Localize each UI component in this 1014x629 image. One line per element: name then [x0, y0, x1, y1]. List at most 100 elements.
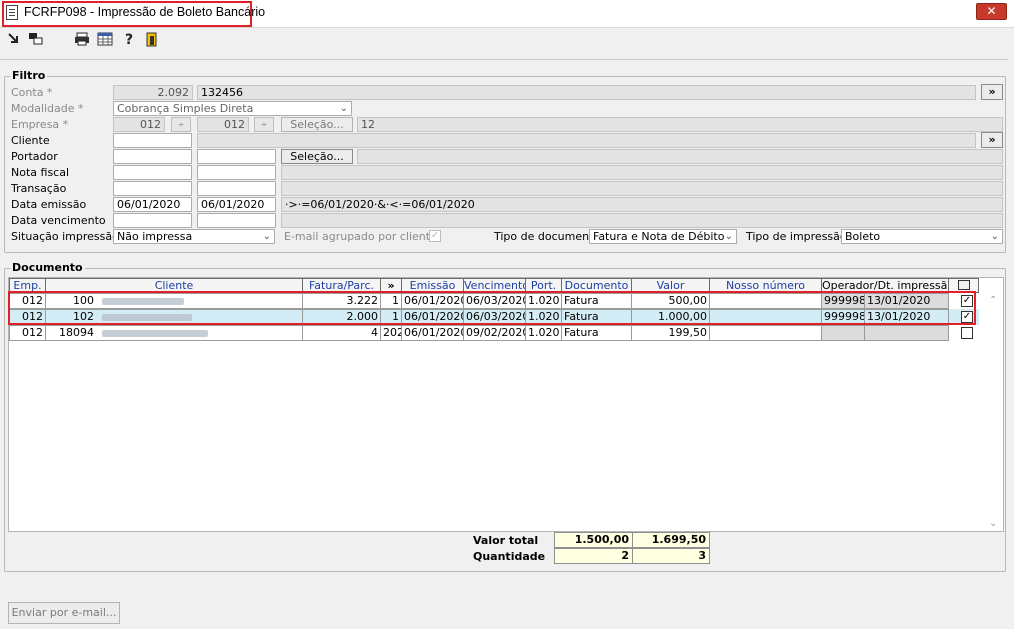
data-emissao-expr-field: ·>·=06/01/2020·&·<·=06/01/2020 [281, 197, 1003, 212]
cell-emp: 012 [9, 325, 46, 341]
data-vencimento-from-field[interactable] [113, 213, 192, 228]
chevron-down-icon: ⌄ [990, 231, 999, 242]
table-row[interactable]: 012 18094 4 202 06/01/2020 09/02/2020 1.… [9, 325, 979, 341]
tipo-documento-value: Fatura e Nota de Débito [593, 230, 725, 243]
cell-port: 1.020 [525, 293, 562, 309]
cliente-label: Cliente [11, 134, 50, 147]
tipo-impressao-select[interactable]: Boleto ⌄ [841, 229, 1003, 244]
cell-cliente-code: 18094 [59, 326, 94, 339]
exit-icon[interactable] [144, 32, 160, 48]
row-checkbox[interactable]: ✓ [961, 311, 973, 323]
cell-valor: 500,00 [631, 293, 710, 309]
document-legend: Documento [10, 261, 85, 274]
empresa-label: Empresa * [11, 118, 69, 131]
cell-fatura: 4 [302, 325, 381, 341]
conta-label: Conta * [11, 86, 53, 99]
title-bar: FCRFP098 - Impressão de Boleto Bancário … [0, 0, 1014, 28]
empresa-to-lookup-icon: ∻ [254, 117, 274, 132]
data-emissao-to-field[interactable]: 06/01/2020 [197, 197, 276, 212]
tipo-impressao-value: Boleto [845, 230, 881, 243]
cell-operador: 999998 [821, 293, 865, 309]
cell-vencimento: 06/03/2020 [463, 309, 526, 325]
scroll-down-icon[interactable]: ⌄ [989, 518, 997, 529]
header-port[interactable]: Port. [525, 278, 562, 293]
nota-fiscal-from-field[interactable] [113, 165, 192, 180]
table-row[interactable]: 012 102 2.000 1 06/01/2020 06/03/2020 1.… [9, 309, 979, 325]
quantidade-all: 3 [632, 548, 710, 564]
header-more[interactable]: » [380, 278, 402, 293]
data-vencimento-to-field[interactable] [197, 213, 276, 228]
cell-dt-impressao: 13/01/2020 [864, 293, 949, 309]
conta-value-field: 132456 [197, 85, 976, 100]
cell-documento: Fatura [561, 309, 632, 325]
printer-icon[interactable] [74, 32, 90, 48]
scroll-up-icon[interactable]: ⌃ [989, 295, 997, 306]
cell-port: 1.020 [525, 309, 562, 325]
help-icon[interactable]: ? [121, 32, 137, 48]
nota-fiscal-expr-field [281, 165, 1003, 180]
header-valor[interactable]: Valor [631, 278, 710, 293]
valor-total-label: Valor total [473, 534, 539, 547]
tipo-documento-select[interactable]: Fatura e Nota de Débito ⌄ [589, 229, 737, 244]
chevron-down-icon: ⌄ [724, 231, 733, 242]
row-checkbox[interactable]: ✓ [961, 295, 973, 307]
transacao-to-field[interactable] [197, 181, 276, 196]
header-select-all[interactable] [948, 278, 979, 293]
email-agrupado-label: E-mail agrupado por cliente [284, 230, 437, 243]
header-documento[interactable]: Documento [561, 278, 632, 293]
cliente-field[interactable] [113, 133, 192, 148]
vertical-scrollbar[interactable]: ⌃ ⌄ [989, 293, 1001, 531]
empresa-to-field: 012 [197, 117, 249, 132]
transacao-expr-field [281, 181, 1003, 196]
close-button[interactable]: ✕ [976, 3, 1007, 20]
transacao-from-field[interactable] [113, 181, 192, 196]
portador-from-field[interactable] [113, 149, 192, 164]
cell-emissao: 06/01/2020 [401, 293, 464, 309]
cell-parcela: 202 [380, 325, 402, 341]
header-emp[interactable]: Emp. [9, 278, 46, 293]
cell-parcela: 1 [380, 309, 402, 325]
arrow-in-icon[interactable] [6, 32, 22, 48]
cell-operador: 999998 [821, 309, 865, 325]
table-row[interactable]: 012 100 3.222 1 06/01/2020 06/03/2020 1.… [9, 293, 979, 309]
cell-emp: 012 [9, 293, 46, 309]
windows-icon[interactable] [28, 32, 44, 48]
situacao-select[interactable]: Não impressa ⌄ [113, 229, 275, 244]
redacted-name [101, 313, 192, 321]
table-icon[interactable] [97, 32, 113, 48]
row-checkbox[interactable] [961, 327, 973, 339]
empresa-from-lookup-icon: ∻ [171, 117, 191, 132]
redacted-name [101, 297, 184, 305]
document-icon [6, 5, 18, 20]
header-fatura[interactable]: Fatura/Parc. [302, 278, 381, 293]
tipo-impressao-label: Tipo de impressão [746, 230, 847, 243]
header-nosso-numero[interactable]: Nosso número [709, 278, 822, 293]
portador-selecao-button[interactable]: Seleção... [281, 149, 353, 164]
document-grid: Emp. Cliente Fatura/Parc. » Emissão Venc… [8, 277, 1004, 532]
cell-valor: 199,50 [631, 325, 710, 341]
data-emissao-label: Data emissão [11, 198, 87, 211]
header-vencimento[interactable]: Vencimento [463, 278, 526, 293]
portador-to-field[interactable] [197, 149, 276, 164]
filter-legend: Filtro [10, 69, 48, 82]
cell-dt-impressao: 13/01/2020 [864, 309, 949, 325]
cell-cliente: 102 [45, 309, 303, 325]
cell-emissao: 06/01/2020 [401, 325, 464, 341]
cell-dt-impressao [864, 325, 949, 341]
nota-fiscal-to-field[interactable] [197, 165, 276, 180]
empresa-selecao-button: Seleção... [281, 117, 353, 132]
header-emissao[interactable]: Emissão [401, 278, 464, 293]
conta-more-button[interactable]: » [981, 84, 1003, 100]
chevron-down-icon: ⌄ [262, 231, 271, 242]
cell-nosso-numero [709, 325, 822, 341]
select-all-icon [958, 280, 970, 290]
valor-total-selected: 1.500,00 [554, 532, 633, 548]
data-emissao-from-field[interactable]: 06/01/2020 [113, 197, 192, 212]
header-operador[interactable]: Operador/Dt. impressão [821, 278, 949, 293]
data-vencimento-expr-field [281, 213, 1003, 228]
cliente-more-button[interactable]: » [981, 132, 1003, 148]
header-cliente[interactable]: Cliente [45, 278, 303, 293]
cell-documento: Fatura [561, 325, 632, 341]
modalidade-select[interactable]: Cobrança Simples Direta ⌄ [113, 101, 352, 116]
empresa-from-field: 012 [113, 117, 165, 132]
